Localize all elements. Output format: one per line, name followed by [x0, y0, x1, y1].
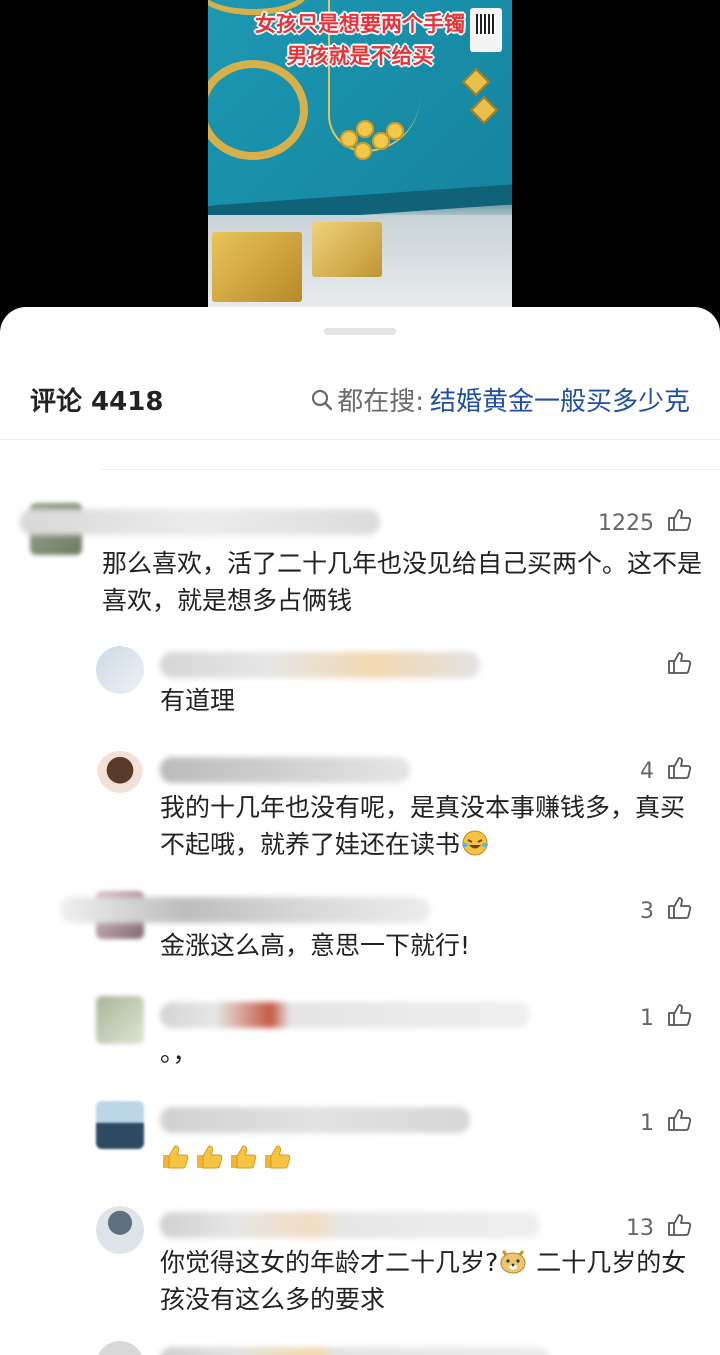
avatar[interactable] — [96, 996, 144, 1044]
thumbs-up-emoji — [163, 1145, 189, 1169]
avatar[interactable] — [96, 1341, 144, 1355]
search-query-link[interactable]: 结婚黄金一般买多少克 — [430, 381, 690, 418]
flower-pendant-image — [340, 120, 410, 165]
avatar[interactable] — [96, 751, 144, 799]
comment-text: 你觉得这女的年龄才二十几岁? 二十几岁的女孩没有这么多的要求 — [160, 1248, 687, 1314]
gold-bar-image — [312, 222, 382, 277]
reply-item: 1 。， — [0, 992, 720, 1082]
video-area[interactable]: 女孩只是想要两个手镯 男孩就是不给买 — [0, 0, 720, 330]
thumbs-up-icon[interactable] — [666, 650, 692, 676]
like-count: 3 — [640, 899, 654, 924]
username-blurred[interactable] — [160, 1212, 540, 1238]
comment-item — [0, 1337, 720, 1355]
trending-search[interactable]: 都在搜: 结婚黄金一般买多少克 — [311, 381, 690, 418]
video-caption-line2: 男孩就是不给买 — [286, 44, 434, 68]
laughing-crying-emoji — [462, 830, 489, 856]
doge-emoji — [500, 1250, 526, 1274]
like-count: 1 — [640, 1111, 654, 1136]
username-blurred[interactable] — [20, 509, 380, 535]
comment-text: 那么喜欢，活了二十几年也没见给自己买两个。这不是喜欢，就是想多占俩钱 — [102, 549, 703, 615]
username-blurred[interactable] — [160, 757, 410, 783]
username-blurred[interactable] — [160, 1347, 550, 1355]
thumbs-up-icon[interactable] — [666, 1212, 692, 1238]
like-count: 13 — [626, 1216, 654, 1241]
gold-bar-image — [212, 232, 302, 302]
like-count: 4 — [640, 759, 654, 784]
avatar[interactable] — [96, 1101, 144, 1149]
username-blurred[interactable] — [160, 1002, 530, 1028]
avatar[interactable] — [96, 1206, 144, 1254]
comment-text: 我的十几年也没有呢，是真没本事赚钱多，真买不起哦，就养了娃还在读书 — [160, 793, 686, 859]
reply-item: 3 金涨这么高，意思一下就行! — [0, 887, 720, 977]
drag-handle[interactable] — [324, 328, 396, 335]
search-prefix: 都在搜: — [337, 387, 424, 417]
thumbs-up-emoji — [197, 1145, 223, 1169]
like-count: 1225 — [598, 511, 654, 536]
comments-title: 评论 4418 — [30, 387, 164, 417]
comments-sheet: 评论 4418 都在搜: 结婚黄金一般买多少克 1225 那么喜欢，活了二十几年… — [0, 307, 720, 1355]
video-frame[interactable]: 女孩只是想要两个手镯 男孩就是不给买 — [208, 0, 512, 310]
comment-text: 金涨这么高，意思一下就行! — [160, 931, 471, 960]
comment-item: 1225 那么喜欢，活了二十几年也没见给自己买两个。这不是喜欢，就是想多占俩钱 — [0, 497, 720, 617]
video-caption-line1: 女孩只是想要两个手镯 — [255, 12, 465, 36]
reply-item: 13 你觉得这女的年龄才二十几岁? 二十几岁的女孩没有这么多的要求 — [0, 1202, 720, 1322]
reply-item: 4 我的十几年也没有呢，是真没本事赚钱多，真买不起哦，就养了娃还在读书 — [0, 747, 720, 867]
comment-text: 有道理 — [160, 686, 236, 715]
thumbs-up-emoji — [231, 1145, 257, 1169]
username-blurred[interactable] — [160, 652, 480, 678]
comment-text: 。， — [160, 1038, 198, 1067]
username-blurred[interactable] — [160, 1107, 470, 1133]
thumbs-up-emoji — [265, 1145, 291, 1169]
thumbs-up-icon[interactable] — [666, 1002, 692, 1028]
like-count: 1 — [640, 1006, 654, 1031]
search-icon — [312, 389, 333, 410]
avatar[interactable] — [96, 646, 144, 694]
thumbs-up-icon[interactable] — [666, 507, 692, 533]
reply-item: 1 — [0, 1097, 720, 1187]
emoji-row — [160, 1143, 292, 1171]
thumbs-up-icon[interactable] — [666, 755, 692, 781]
divider — [102, 469, 720, 470]
thumbs-up-icon[interactable] — [666, 895, 692, 921]
username-blurred[interactable] — [60, 897, 430, 923]
comments-header: 评论 4418 都在搜: 结婚黄金一般买多少克 — [0, 367, 720, 440]
reply-item: 有道理 — [0, 642, 720, 732]
thumbs-up-icon[interactable] — [666, 1107, 692, 1133]
